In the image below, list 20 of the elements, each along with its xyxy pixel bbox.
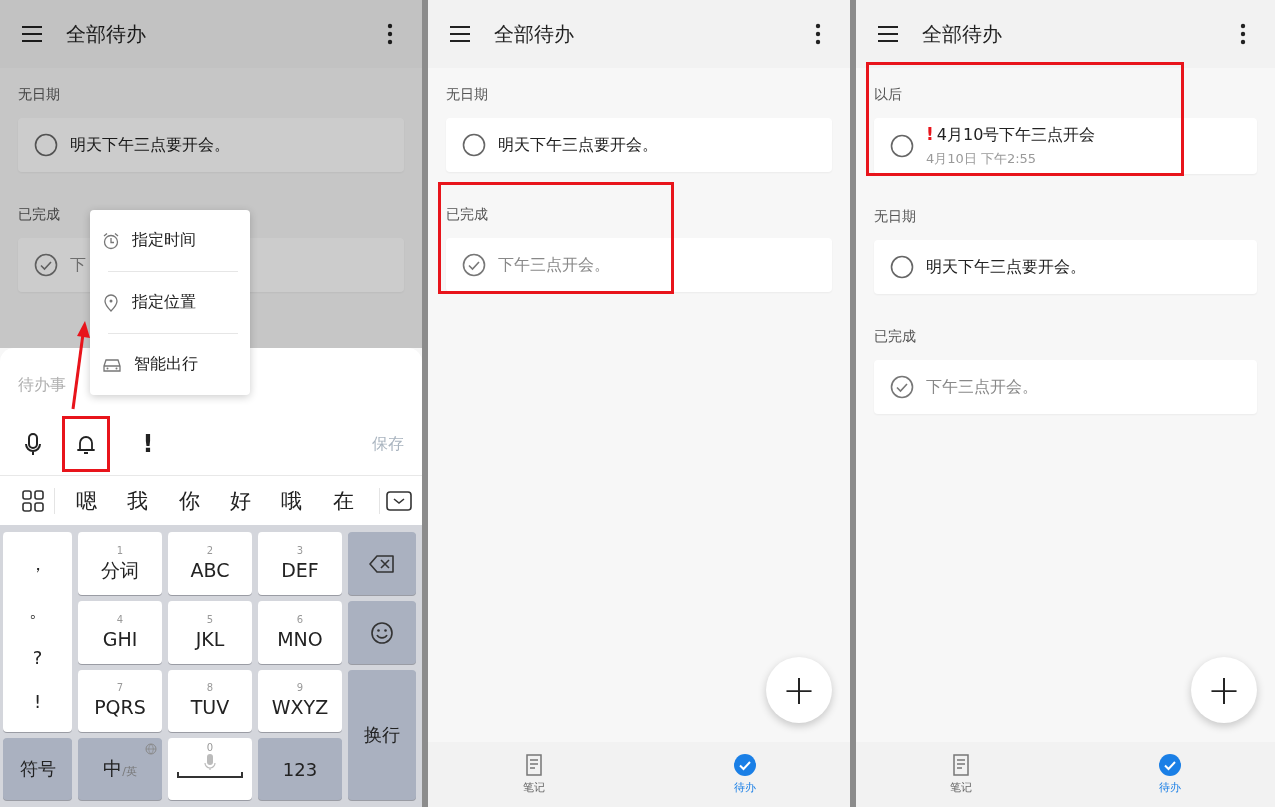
todo-text: 明天下午三点要开会。 (926, 256, 1086, 278)
todo-text: 明天下午三点要开会。 (70, 134, 230, 156)
todo-text: 下 (70, 254, 86, 276)
screen-title: 全部待办 (66, 20, 147, 48)
due-date: 4月10日 下午2:55 (926, 150, 1038, 168)
section-label: 已完成 (446, 205, 489, 224)
section-label: 已完成 (874, 327, 917, 346)
section-label: 无日期 (446, 85, 489, 104)
todo-text: 下午三点开会。 (498, 254, 610, 276)
section-label: 无日期 (874, 207, 917, 226)
section-label: 以后 (874, 85, 903, 104)
key-digit: 0 (206, 742, 214, 754)
section-label: 已完成 (18, 205, 61, 224)
screen-title: 全部待办 (922, 20, 1003, 48)
section-label: 无日期 (18, 85, 61, 104)
todo-text: 明天下午三点要开会。 (498, 134, 658, 156)
screen-title: 全部待办 (494, 20, 575, 48)
priority-mark: ! (926, 124, 934, 144)
todo-text: 4月10号下午三点开会 (936, 125, 1096, 146)
todo-text: 下午三点开会。 (926, 376, 1038, 398)
